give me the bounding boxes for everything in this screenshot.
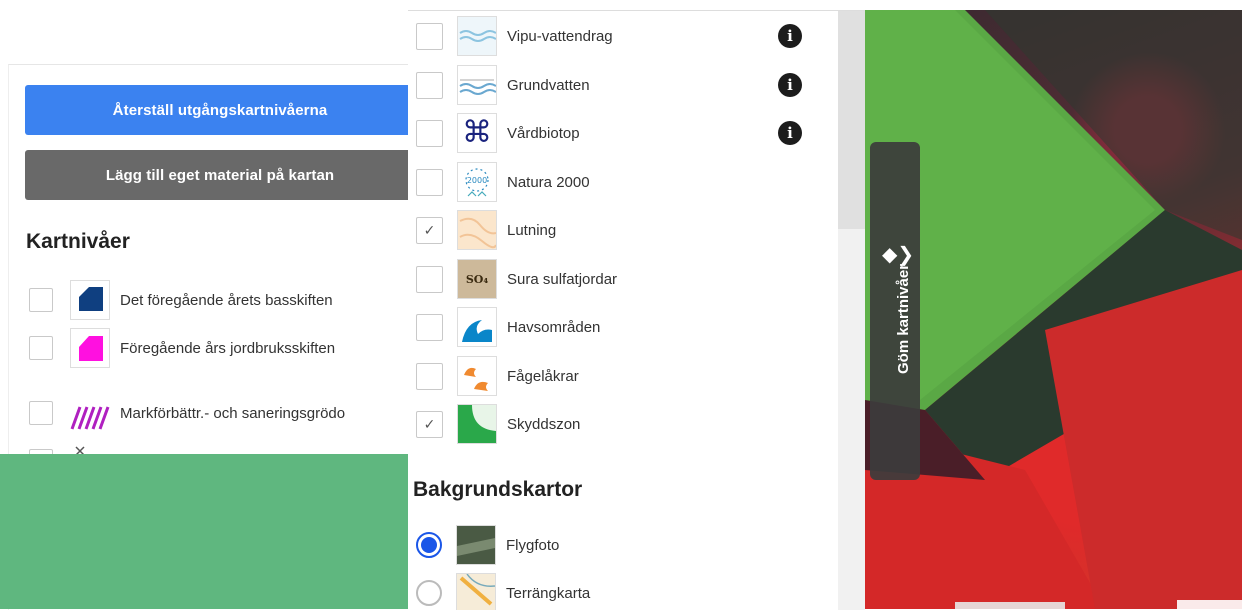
- layer-checkbox[interactable]: ✓: [416, 410, 443, 438]
- reset-layers-button[interactable]: Återställ utgångskartnivåerna: [25, 85, 409, 135]
- info-icon[interactable]: i: [778, 121, 802, 145]
- layer-label: Vårdbiotop: [507, 124, 580, 142]
- terrain-map-icon: [456, 573, 496, 610]
- aerial-map-image: [865, 10, 1242, 609]
- layer-label: Vipu-vattendrag: [507, 27, 613, 45]
- background-row-terrain[interactable]: Terrängkarta: [416, 571, 816, 610]
- background-radio[interactable]: [416, 532, 442, 558]
- layer-label: Markförbättr.- och saneringsgrödo: [120, 404, 346, 422]
- info-icon[interactable]: i: [778, 24, 802, 48]
- background-radio[interactable]: [416, 580, 442, 606]
- svg-text:2000: 2000: [467, 176, 487, 185]
- sea-wave-icon: [457, 307, 497, 347]
- layer-row-vipu-water[interactable]: Vipu-vattendrag: [416, 14, 816, 58]
- scrollbar-track[interactable]: [838, 11, 865, 610]
- layer-checkbox[interactable]: [416, 313, 443, 341]
- layer-row-groundwater[interactable]: Grundvatten: [416, 63, 816, 107]
- layer-label: Grundvatten: [507, 76, 590, 94]
- layer-row-bird-fields[interactable]: Fågelåkrar: [416, 354, 816, 398]
- hide-layers-toggle[interactable]: ◆❯ Göm kartnivåer: [870, 142, 920, 480]
- layer-checkbox[interactable]: [29, 288, 53, 312]
- layer-label: Föregående års jordbruksskiften: [120, 339, 336, 357]
- sulfate-soil-icon: SO₄: [457, 259, 497, 299]
- background-row-aerial[interactable]: Flygfoto: [416, 523, 816, 567]
- layer-label: Det föregående årets basskiften: [120, 291, 333, 309]
- slope-map-icon: [457, 210, 497, 250]
- add-own-material-button[interactable]: Lägg till eget material på kartan: [25, 150, 409, 200]
- layer-checkbox[interactable]: [416, 22, 443, 50]
- layer-row-sea-areas[interactable]: Havsområden: [416, 305, 816, 349]
- purple-hatch-icon: [70, 393, 110, 433]
- background-label: Flygfoto: [506, 536, 560, 554]
- layer-label: Skyddszon: [507, 415, 581, 433]
- map-view[interactable]: [865, 10, 1242, 609]
- info-icon[interactable]: i: [778, 73, 802, 97]
- layer-row-previous-base-parcels[interactable]: Det föregående årets basskiften: [29, 279, 409, 321]
- layer-row-care-biotope[interactable]: ⌘ Vårdbiotop: [416, 111, 816, 155]
- layer-label: Fågelåkrar: [507, 367, 579, 385]
- layer-label: Lutning: [507, 221, 557, 239]
- background-label: Terrängkarta: [506, 584, 591, 602]
- layer-checkbox[interactable]: [416, 265, 443, 293]
- biotope-command-icon: ⌘: [457, 113, 497, 153]
- layer-row-soil-improvement-crops[interactable]: Markförbättr.- och saneringsgrödo: [29, 392, 409, 434]
- layer-checkbox[interactable]: [416, 168, 443, 196]
- bird-fields-icon: [457, 356, 497, 396]
- water-waves-icon: [457, 16, 497, 56]
- layer-checkbox[interactable]: ✓: [416, 216, 443, 244]
- center-layer-panel: Vipu-vattendrag Grundvatten ⌘ Vårdbiotop…: [408, 10, 865, 610]
- natura-2000-icon: 2000: [457, 162, 497, 202]
- magenta-parcel-icon: [70, 328, 110, 368]
- layer-checkbox[interactable]: [416, 362, 443, 390]
- groundwater-icon: [457, 65, 497, 105]
- layer-checkbox[interactable]: [29, 336, 53, 360]
- blue-parcel-icon: [70, 280, 110, 320]
- layer-row-slope[interactable]: ✓ Lutning: [416, 208, 816, 252]
- layer-row-natura-2000[interactable]: 2000 Natura 2000: [416, 160, 816, 204]
- hide-layers-label: Göm kartnivåer: [895, 263, 912, 374]
- layer-label: Sura sulfatjordar: [507, 270, 618, 288]
- layer-checkbox[interactable]: [29, 401, 53, 425]
- protection-zone-icon: [457, 404, 497, 444]
- layer-checkbox[interactable]: [416, 71, 443, 99]
- overlay-block: [0, 454, 408, 609]
- layer-row-acid-sulfate-soils[interactable]: SO₄ Sura sulfatjordar: [416, 257, 816, 301]
- layer-label: Natura 2000: [507, 173, 590, 191]
- layers-title: Kartnivåer: [26, 230, 130, 253]
- layer-row-previous-farm-parcels[interactable]: Föregående års jordbruksskiften: [29, 327, 409, 369]
- layer-row-protection-zone[interactable]: ✓ Skyddszon: [416, 402, 816, 446]
- aerial-photo-icon: [456, 525, 496, 565]
- layer-checkbox[interactable]: [416, 119, 443, 147]
- layer-label: Havsområden: [507, 318, 601, 336]
- scrollbar-thumb[interactable]: [838, 11, 865, 229]
- background-maps-title: Bakgrundskartor: [413, 478, 583, 501]
